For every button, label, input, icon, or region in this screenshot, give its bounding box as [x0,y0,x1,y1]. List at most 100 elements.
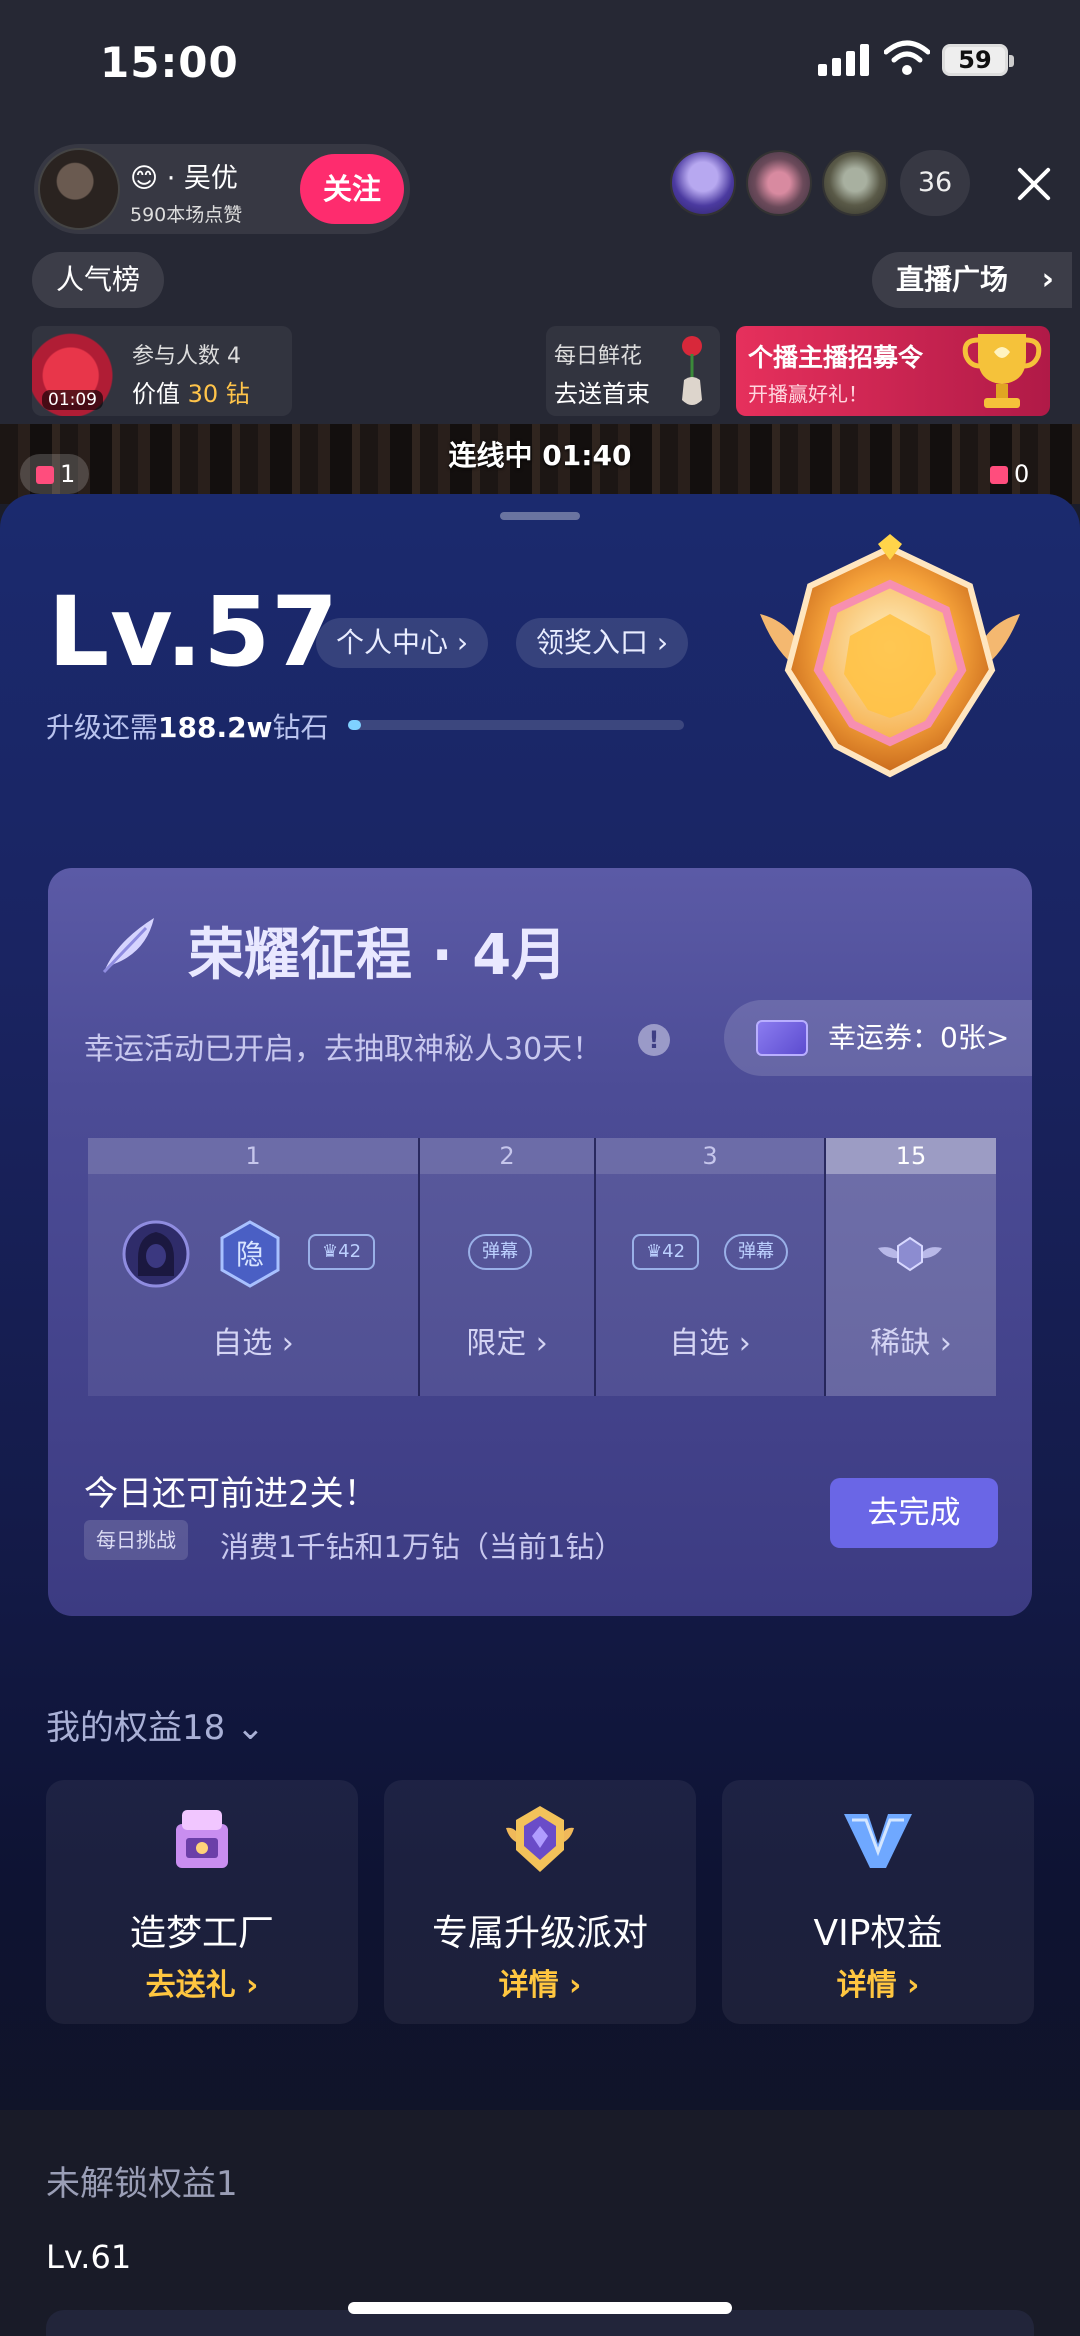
perk-link[interactable]: 详情 › [722,1960,1034,2004]
fan-group-card[interactable]: 01:09 参与人数 4 价值 30 钻 [32,326,292,416]
chevron-down-icon: ⌄ [225,1708,265,1748]
live-plaza-button[interactable]: 直播广场 › [872,252,1072,308]
flower-action: 去送首束 [554,380,650,408]
perk-card-dream-factory[interactable]: 造梦工厂 去送礼 › [46,1780,358,2024]
perk-link-text: 去送礼 [145,1968,236,2003]
recruit-banner[interactable]: 个播主播招募令 开播赢好礼！ [736,326,1050,416]
reward-entry-label: 领奖入口 [536,626,649,659]
gift-icon [990,466,1008,484]
level-42-badge: ♛42 [632,1234,700,1270]
daily-challenge-tag: 每日挑战 [84,1520,188,1560]
vip-v-icon [844,1814,912,1868]
viewer-avatar[interactable] [822,150,888,216]
perk-name: 专属升级派对 [431,1913,648,1954]
drag-handle[interactable] [500,512,580,520]
danmaku-tag: 弹幕 [468,1234,532,1270]
perk-name: 造梦工厂 [129,1913,274,1954]
perk-link[interactable]: 详情 › [384,1960,696,2004]
stage-card[interactable]: 2 弹幕 限定 › [420,1138,594,1396]
stage-label: 自选 › [669,1326,751,1361]
level-panel: Lv.57 个人中心 › 领奖入口 › 升级还需188.2w钻石 荣耀征程 · … [0,494,1080,2336]
glory-subtitle: 幸运活动已开启，去抽取神秘人30天！ [84,1032,603,1067]
stage-card[interactable]: 1 隐 ♛42 自选 › [88,1138,418,1396]
hidden-badge-text: 隐 [236,1238,264,1271]
level-progress-bar [348,720,684,730]
lucky-ticket-button[interactable]: 幸运券：0张> [724,1000,1032,1076]
upgrade-prefix: 升级还需 [46,711,159,744]
reward-entry-button[interactable]: 领奖入口 › [516,618,689,668]
stage-label-text: 自选 [669,1326,730,1361]
fan-value-prefix: 价值 [132,380,180,408]
glory-journey-card: 荣耀征程 · 4月 幸运活动已开启，去抽取神秘人30天！ ! 幸运券：0张> 1… [48,868,1032,1616]
perk-card-vip[interactable]: VIP权益 详情 › [722,1780,1034,2024]
upgrade-amount: 188.2w [158,711,273,744]
daily-challenge-desc: 消费1千钻和1万钻（当前1钻） [220,1530,624,1564]
upgrade-suffix: 钻石 [272,711,329,744]
battery-icon: 59 [942,44,1014,76]
fan-timer: 01:09 [42,390,103,410]
today-progress-text: 今日还可前进2关！ [84,1474,378,1514]
signal-icon [818,44,870,76]
chevron-right-icon: › [1041,262,1054,297]
flower-title: 每日鲜花 [554,344,643,369]
stage-label: 稀缺 › [870,1326,952,1361]
viewer-avatar[interactable] [746,150,812,216]
stage-number: 1 [88,1138,418,1174]
perk-link-text: 详情 [498,1968,559,2003]
danmaku-tag: 弹幕 [724,1234,788,1270]
perk-link[interactable]: 去送礼 › [46,1960,358,2004]
stage-label: 限定 › [466,1326,548,1361]
stage-label-text: 自选 [212,1326,273,1361]
fan-value-amount: 30 钻 [187,380,250,408]
status-bar: 15:00 59 [0,0,1080,130]
level-42-badge: ♛42 [308,1234,376,1270]
upgrade-requirement: 升级还需188.2w钻石 [46,706,328,746]
level-42-text: 42 [662,1241,686,1262]
stage-card[interactable]: 15 稀缺 › [826,1138,996,1396]
feather-icon [102,918,154,974]
daily-flower-card[interactable]: 每日鲜花 去送首束 [546,326,720,416]
ticket-icon [756,1020,808,1056]
stage-label-text: 限定 [466,1326,527,1361]
hidden-badge-icon: 隐 [220,1220,280,1288]
level-42-text: 42 [338,1241,362,1262]
rose-vase-icon [682,336,702,405]
follow-button[interactable]: 关注 [300,154,404,224]
my-perks-toggle[interactable]: 我的权益18 ⌄ [46,1700,265,1749]
viewer-count[interactable]: 36 [900,150,970,216]
recruit-subtitle: 开播赢好礼！ [748,382,868,406]
level-badge-icon [760,534,1020,778]
level-progress-fill [348,720,362,730]
anchor-name: 😊 · 吴优 [130,163,238,194]
stage-label: 自选 › [212,1326,294,1361]
wifi-icon [884,40,930,75]
info-icon[interactable]: ! [638,1024,670,1056]
right-gift-counter[interactable]: 0 [990,454,1029,494]
perk-card-upgrade-party[interactable]: 专属升级派对 详情 › [384,1780,696,2024]
stage-card[interactable]: 3 ♛42 弹幕 自选 › [596,1138,824,1396]
anchor-likes: 590本场点赞 [130,204,243,226]
anchor-info[interactable]: 😊 · 吴优 590本场点赞 关注 [34,144,410,234]
locked-level: Lv.61 [46,2238,132,2276]
viewer-avatar[interactable] [670,150,736,216]
glory-title: 荣耀征程 · 4月 [188,923,568,988]
close-icon[interactable] [1014,164,1054,204]
level-title: Lv.57 [48,576,339,688]
stage-number: 2 [420,1138,594,1174]
left-gift-counter[interactable]: 1 [20,454,90,494]
hooded-avatar-icon [122,1220,190,1288]
stage-label-text: 稀缺 [870,1326,931,1361]
personal-center-label: 个人中心 [336,626,449,659]
personal-center-button[interactable]: 个人中心 › [316,618,489,668]
dream-factory-icon [176,1810,228,1868]
fan-participants: 参与人数 4 [132,344,241,369]
link-status: 连线中 01:40 [448,439,632,472]
stage-number: 3 [596,1138,824,1174]
go-complete-button[interactable]: 去完成 [830,1478,998,1548]
popularity-rank-button[interactable]: 人气榜 [32,252,165,308]
live-video-strip: 连线中 01:40 1 0 [0,424,1080,504]
anchor-avatar[interactable] [38,148,120,230]
perk-name: VIP权益 [813,1913,943,1954]
home-indicator[interactable] [348,2302,732,2314]
live-plaza-label: 直播广场 [896,263,1009,296]
